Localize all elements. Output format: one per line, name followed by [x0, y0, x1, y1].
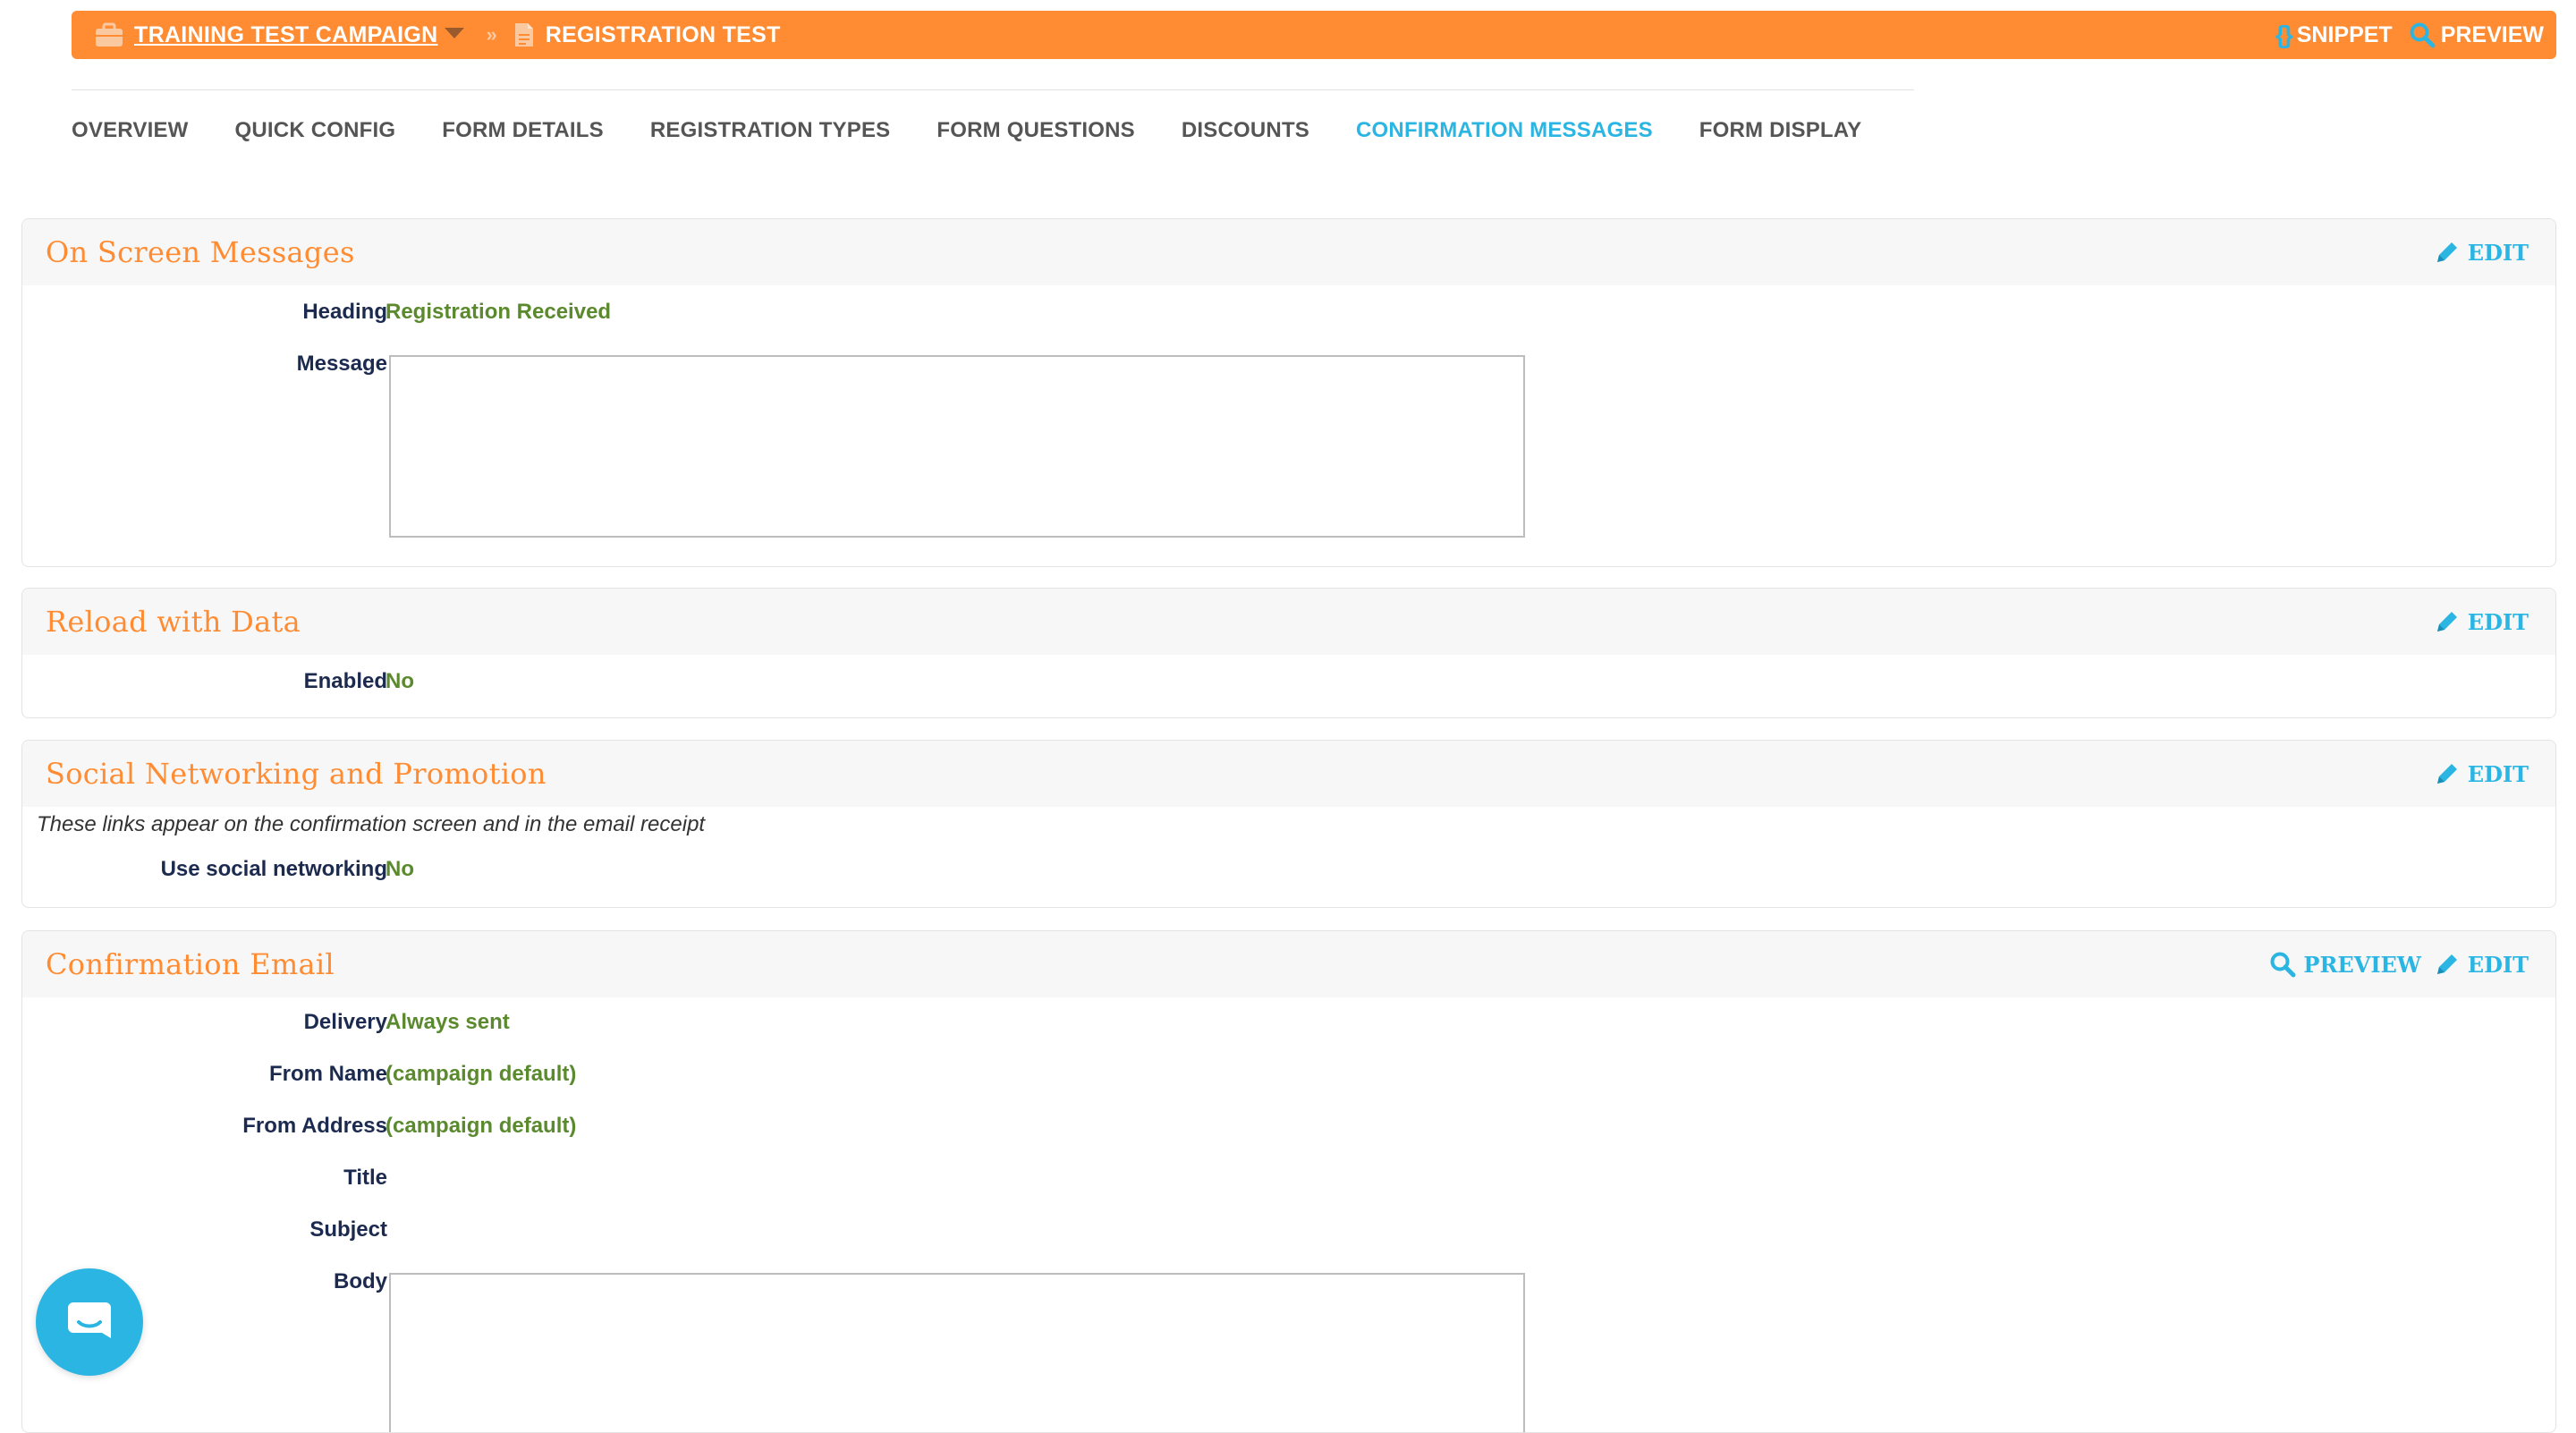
delivery-value: Always sent — [386, 1010, 510, 1034]
heading-value: Registration Received — [386, 300, 612, 324]
panel-title: On Screen Messages — [46, 235, 355, 269]
edit-button[interactable]: EDIT — [2434, 951, 2529, 978]
breadcrumb-campaign[interactable]: TRAINING TEST CAMPAIGN — [95, 22, 465, 48]
pencil-icon — [2434, 951, 2461, 978]
code-braces-icon: {} — [2275, 21, 2293, 48]
search-icon — [2409, 21, 2436, 48]
panel-header: On Screen Messages EDIT — [22, 219, 2555, 285]
pencil-icon — [2434, 760, 2461, 787]
panel-header: Social Networking and Promotion EDIT — [22, 741, 2555, 807]
edit-button[interactable]: EDIT — [2434, 608, 2529, 635]
subject-label: Subject — [309, 1217, 387, 1242]
tabs-divider — [72, 89, 1914, 90]
message-textbox — [389, 355, 1525, 538]
edit-label: EDIT — [2467, 760, 2529, 787]
tab-overview[interactable]: OVERVIEW — [72, 118, 189, 143]
page-title: REGISTRATION TEST — [545, 21, 781, 47]
tab-registration-types[interactable]: REGISTRATION TYPES — [650, 118, 891, 143]
section-tabs: OVERVIEW QUICK CONFIG FORM DETAILS REGIS… — [72, 118, 1861, 143]
breadcrumb-form: REGISTRATION TEST — [513, 21, 781, 48]
chat-launcher-button[interactable] — [36, 1268, 143, 1376]
heading-label: Heading — [302, 300, 387, 324]
delivery-label: Delivery — [303, 1010, 387, 1034]
panel-header: Reload with Data EDIT — [22, 589, 2555, 655]
social-note: These links appear on the confirmation s… — [37, 812, 706, 836]
panel-title: Reload with Data — [46, 605, 301, 639]
tab-confirmation-messages[interactable]: CONFIRMATION MESSAGES — [1356, 118, 1653, 143]
tab-form-display[interactable]: FORM DISPLAY — [1699, 118, 1862, 143]
from-address-label: From Address — [242, 1114, 387, 1138]
on-screen-messages-panel: On Screen Messages EDIT Heading Registra… — [21, 218, 2556, 567]
enabled-label: Enabled — [303, 669, 387, 693]
use-social-value: No — [386, 857, 414, 881]
edit-button[interactable]: EDIT — [2434, 239, 2529, 266]
edit-label: EDIT — [2467, 239, 2529, 266]
from-name-value: (campaign default) — [386, 1062, 577, 1086]
from-address-value: (campaign default) — [386, 1114, 577, 1138]
preview-label: PREVIEW — [2440, 21, 2544, 47]
preview-label: PREVIEW — [2303, 951, 2421, 978]
tab-quick-config[interactable]: QUICK CONFIG — [235, 118, 396, 143]
breadcrumb-separator: » — [486, 23, 497, 46]
edit-label: EDIT — [2467, 608, 2529, 635]
briefcase-icon — [95, 22, 123, 47]
reload-with-data-panel: Reload with Data EDIT Enabled No — [21, 588, 2556, 718]
tab-discounts[interactable]: DISCOUNTS — [1182, 118, 1309, 143]
preview-button[interactable]: PREVIEW — [2409, 21, 2544, 48]
top-bar: TRAINING TEST CAMPAIGN » REGISTRATION TE… — [72, 11, 2556, 59]
document-icon — [513, 21, 535, 48]
tab-form-details[interactable]: FORM DETAILS — [442, 118, 604, 143]
chevron-down-icon[interactable] — [445, 28, 465, 38]
body-textbox — [389, 1273, 1525, 1432]
confirmation-email-panel: Confirmation Email PREVIEW EDIT Delivery… — [21, 930, 2556, 1433]
chat-icon — [64, 1297, 114, 1347]
title-label: Title — [343, 1166, 387, 1190]
panel-title: Social Networking and Promotion — [46, 757, 547, 791]
email-preview-button[interactable]: PREVIEW — [2269, 951, 2421, 978]
social-networking-panel: Social Networking and Promotion EDIT The… — [21, 740, 2556, 908]
message-label: Message — [296, 352, 387, 376]
enabled-value: No — [386, 669, 414, 693]
campaign-link[interactable]: TRAINING TEST CAMPAIGN — [134, 22, 437, 48]
edit-button[interactable]: EDIT — [2434, 760, 2529, 787]
tab-form-questions[interactable]: FORM QUESTIONS — [936, 118, 1134, 143]
use-social-label: Use social networking — [160, 857, 387, 881]
pencil-icon — [2434, 239, 2461, 266]
edit-label: EDIT — [2467, 951, 2529, 978]
snippet-label: SNIPPET — [2296, 21, 2393, 47]
snippet-button[interactable]: {} SNIPPET — [2275, 21, 2393, 49]
panel-header: Confirmation Email PREVIEW EDIT — [22, 931, 2555, 997]
panel-title: Confirmation Email — [46, 947, 335, 981]
from-name-label: From Name — [268, 1062, 387, 1086]
search-icon — [2269, 951, 2296, 978]
pencil-icon — [2434, 608, 2461, 635]
